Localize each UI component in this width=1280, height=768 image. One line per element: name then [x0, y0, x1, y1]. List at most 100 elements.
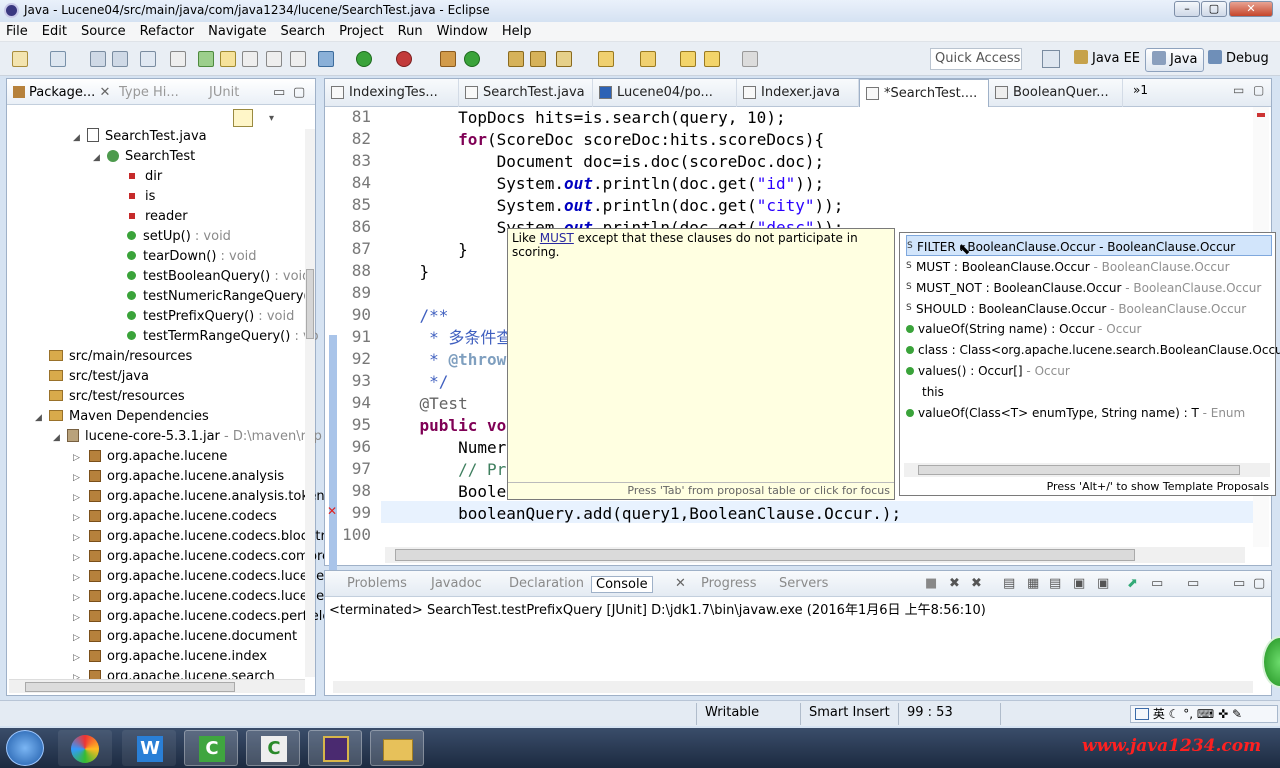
tab-junit[interactable]: JUnit	[209, 85, 239, 100]
open-icon[interactable]	[50, 51, 66, 67]
tree-horizontal-scrollbar[interactable]	[9, 679, 305, 693]
code-line[interactable]: */	[381, 371, 448, 393]
print-icon[interactable]	[140, 51, 156, 67]
proposal-item[interactable]: class : Class<org.apache.lucene.search.B…	[906, 340, 1280, 361]
taskbar-wps-icon[interactable]: W	[122, 730, 176, 766]
tree-item-package[interactable]: org.apache.lucene.analysis	[89, 467, 284, 487]
javadoc-link-must[interactable]: MUST	[540, 231, 574, 245]
tree-item-searchtest-java[interactable]: SearchTest.java	[87, 127, 207, 147]
menu-run[interactable]: Run	[391, 22, 430, 42]
menu-edit[interactable]: Edit	[35, 22, 74, 42]
perspective-debug[interactable]: Debug	[1202, 48, 1275, 72]
tab-indexingtest[interactable]: IndexingTes...	[325, 79, 459, 107]
run-icon[interactable]	[356, 51, 372, 67]
perspective-java-ee[interactable]: Java EE	[1068, 48, 1146, 72]
tab-pom[interactable]: Lucene04/po...	[593, 79, 737, 107]
new-package-icon[interactable]	[440, 51, 456, 67]
menu-window[interactable]: Window	[430, 22, 495, 42]
tree-item-package[interactable]: org.apache.lucene.codecs.compre	[89, 547, 330, 567]
tab-javadoc[interactable]: Javadoc	[431, 576, 482, 591]
tree-item-method[interactable]: testNumericRangeQuery()	[127, 287, 314, 307]
tab-indexer[interactable]: Indexer.java	[737, 79, 859, 107]
maximize-panel-icon[interactable]: ▢	[293, 85, 305, 100]
save-icon[interactable]	[90, 51, 106, 67]
scroll-lock-icon[interactable]: ▦	[1027, 576, 1039, 591]
minimize-panel-icon[interactable]: ▭	[273, 85, 285, 100]
editor-horizontal-scrollbar[interactable]	[385, 547, 1245, 563]
menu-project[interactable]: Project	[332, 22, 390, 42]
proposal-item[interactable]: valueOf(String name) : Occur - Occur	[906, 319, 1272, 340]
display-console-icon[interactable]: ▭	[1151, 576, 1163, 591]
menu-source[interactable]: Source	[74, 22, 133, 42]
proposal-item[interactable]: this	[906, 382, 1272, 403]
menu-file[interactable]: File	[0, 22, 35, 42]
code-line[interactable]: for(ScoreDoc scoreDoc:hits.scoreDocs){	[381, 129, 824, 151]
ime-toolbar[interactable]: 英 ☾ °, ⌨ ✜ ✎	[1130, 705, 1278, 723]
tab-searchtest[interactable]: SearchTest.java	[459, 79, 593, 107]
tree-item-package[interactable]: org.apache.lucene.codecs.lucene5	[89, 587, 332, 607]
tree-item-source-folder[interactable]: src/main/resources	[49, 347, 192, 367]
external-tools-icon[interactable]	[396, 51, 412, 67]
tree-item-package[interactable]: org.apache.lucene.index	[89, 647, 267, 667]
code-line[interactable]: public vo	[381, 415, 507, 437]
last-edit-icon[interactable]	[680, 51, 696, 67]
save-all-icon[interactable]	[112, 51, 128, 67]
taskbar-eclipse-icon[interactable]	[308, 730, 362, 766]
tab-package-explorer[interactable]: Package... ✕	[13, 85, 110, 100]
taskbar-explorer-icon[interactable]	[370, 730, 424, 766]
toggle-mark-icon[interactable]	[198, 51, 214, 67]
menu-help[interactable]: Help	[495, 22, 539, 42]
code-line[interactable]: System.out.println(doc.get("city"));	[381, 195, 844, 217]
start-button[interactable]	[6, 730, 44, 766]
new-class-icon[interactable]	[464, 51, 480, 67]
tab-searchtest-active[interactable]: *SearchTest....	[859, 79, 989, 107]
proposal-scrollbar[interactable]	[904, 463, 1270, 477]
maximize-console-icon[interactable]: ▢	[1253, 576, 1265, 591]
perspective-java[interactable]: Java	[1145, 48, 1205, 72]
menu-navigate[interactable]: Navigate	[201, 22, 273, 42]
search-icon[interactable]	[556, 51, 572, 67]
tree-item-method[interactable]: testBooleanQuery() : void	[127, 267, 310, 287]
skip-breakpoints-icon[interactable]	[170, 51, 186, 67]
terminate-icon[interactable]: ■	[925, 576, 937, 591]
tab-booleanquery[interactable]: BooleanQuer...	[989, 79, 1123, 107]
code-line[interactable]: Numer	[381, 437, 506, 459]
maximize-button[interactable]: ▢	[1201, 1, 1227, 17]
proposal-item[interactable]: values() : Occur[] - Occur	[906, 361, 1272, 382]
maximize-editor-icon[interactable]: ▢	[1253, 83, 1264, 97]
open-perspective-icon[interactable]	[1042, 50, 1060, 68]
code-line[interactable]: * @throw	[381, 349, 506, 371]
tree-item-package[interactable]: org.apache.lucene.document	[89, 627, 297, 647]
remove-launch-icon[interactable]: ✖	[949, 576, 960, 591]
code-line[interactable]: System.out.println(doc.get("id"));	[381, 173, 825, 195]
proposal-item[interactable]: valueOf(Class<T> enumType, String name) …	[906, 403, 1272, 424]
proposal-item[interactable]: S MUST : BooleanClause.Occur - BooleanCla…	[906, 256, 1272, 277]
menu-refactor[interactable]: Refactor	[133, 22, 202, 42]
proposal-item[interactable]: S MUST_NOT : BooleanClause.Occur - Boolea…	[906, 277, 1272, 298]
quick-access-input[interactable]: Quick Access	[930, 48, 1022, 70]
error-marker-icon[interactable]: ✕	[327, 505, 339, 517]
tree-item-package[interactable]: org.apache.lucene.analysis.tokena	[89, 487, 333, 507]
open-task-icon[interactable]	[530, 51, 546, 67]
taskbar-camtasia-recorder-icon[interactable]: C	[246, 730, 300, 766]
code-line[interactable]: * 多条件查	[381, 327, 512, 349]
code-line[interactable]: }	[381, 239, 468, 261]
prev-annotation-icon[interactable]	[640, 51, 656, 67]
block-select-icon[interactable]	[242, 51, 258, 67]
code-line[interactable]: @Test	[381, 393, 468, 415]
tree-item-field[interactable]: reader	[127, 207, 188, 227]
tree-item-package[interactable]: org.apache.lucene.codecs.blocktr	[89, 527, 326, 547]
tab-progress[interactable]: Progress	[701, 576, 756, 591]
tree-item-method[interactable]: testPrefixQuery() : void	[127, 307, 294, 327]
tree-item-maven-dependencies[interactable]: Maven Dependencies	[49, 407, 209, 427]
tree-item-method[interactable]: tearDown() : void	[127, 247, 257, 267]
open-console-icon[interactable]: ▭	[1187, 576, 1199, 591]
code-line[interactable]: }	[381, 261, 430, 283]
code-line[interactable]: TopDocs hits=is.search(query, 10);	[381, 107, 786, 129]
next-annotation-icon[interactable]	[598, 51, 614, 67]
tree-item-source-folder[interactable]: src/test/java	[49, 367, 149, 387]
close-button[interactable]: ✕	[1229, 1, 1273, 17]
tree-vertical-scrollbar[interactable]	[305, 129, 315, 677]
word-wrap-icon[interactable]: ▤	[1049, 576, 1061, 591]
tree-item-method[interactable]: setUp() : void	[127, 227, 231, 247]
